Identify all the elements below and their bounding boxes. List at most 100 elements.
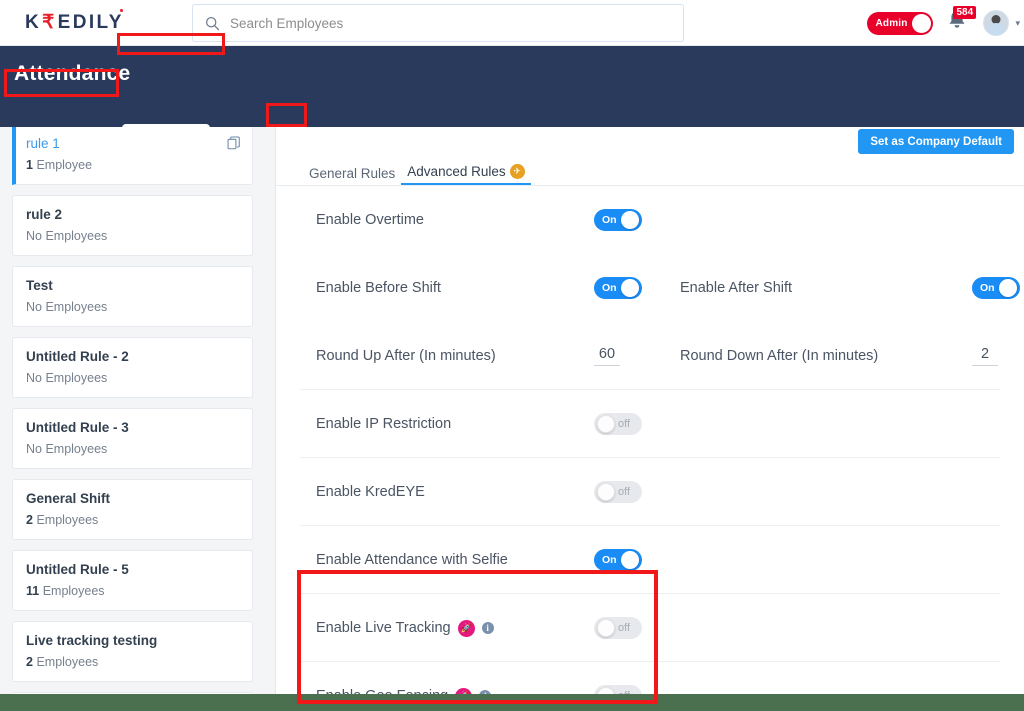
rule-employee-count: No Employees <box>26 300 108 314</box>
notifications-button[interactable]: 584 <box>945 6 977 38</box>
rule-count-unit: Employees <box>42 584 105 598</box>
list-item[interactable]: rule 1 1 Employee <box>12 127 253 185</box>
page-title: Attendance <box>14 62 131 85</box>
rule-name: rule 2 <box>26 207 63 222</box>
enable-kredeye-control: off <box>594 481 680 503</box>
enable-ip-restriction-control: off <box>594 413 680 435</box>
search-bar[interactable] <box>192 4 684 42</box>
enable-ip-restriction-toggle[interactable]: off <box>594 413 642 435</box>
header-right-cluster: Admin 584 ▾ <box>867 0 1020 46</box>
rule-employee-count: No Employees <box>26 371 108 385</box>
round-down-control <box>972 346 1000 366</box>
list-item[interactable]: Live tracking testing 2 Employees <box>12 621 253 682</box>
enable-before-shift-control: On <box>594 277 680 299</box>
logo-text-part2: EDILY <box>57 8 124 33</box>
list-item[interactable]: Untitled Rule - 2 No Employees <box>12 337 253 398</box>
row-enable-overtime: Enable Overtime On <box>276 186 1024 254</box>
rule-count-unit: Employee <box>36 158 93 172</box>
toggle-knob <box>597 415 615 433</box>
rule-name: Test <box>26 278 53 293</box>
enable-after-shift-label: Enable After Shift <box>680 280 793 296</box>
tab-advanced-rules-label: Advanced Rules <box>407 164 506 179</box>
list-item[interactable]: Untitled Rule - 5 11 Employees <box>12 550 253 611</box>
enable-selfie-control: On <box>594 549 680 571</box>
enable-selfie-label: Enable Attendance with Selfie <box>316 552 508 568</box>
admin-toggle-label: Admin <box>875 17 908 29</box>
rule-name: Live tracking testing <box>26 633 158 648</box>
enable-live-tracking-control: off <box>594 617 680 639</box>
row-kredeye: Enable KredEYE off <box>276 457 1024 526</box>
chevron-down-icon[interactable]: ▾ <box>1015 18 1020 29</box>
enable-overtime-toggle-label: On <box>602 214 617 226</box>
advanced-rules-panel: Set as Company Default General Rules Adv… <box>276 127 1024 711</box>
top-header-bar: K₹EDILY Admin 584 <box>0 0 1024 46</box>
enable-before-shift-toggle-label: On <box>602 282 617 294</box>
rule-employee-count: 2 Employees <box>26 654 240 671</box>
info-icon[interactable]: i <box>481 622 494 634</box>
list-item[interactable]: Untitled Rule - 3 No Employees <box>12 408 253 469</box>
enable-live-tracking-toggle-label: off <box>618 622 631 634</box>
enable-overtime-toggle[interactable]: On <box>594 209 642 231</box>
enable-selfie-toggle-label: On <box>602 554 617 566</box>
round-down-label: Round Down After (In minutes) <box>680 348 879 364</box>
rule-count-number: 11 <box>26 584 40 598</box>
kredily-logo[interactable]: K ₹ EDILY <box>25 8 124 34</box>
settings-rows: Enable Overtime On Enable Before Shift O… <box>276 186 1024 711</box>
list-item[interactable]: rule 2 No Employees <box>12 195 253 256</box>
toggle-knob <box>597 619 615 637</box>
rules-sub-tabs: General Rules Advanced Rules ✈ <box>276 161 1024 185</box>
tab-advanced-rules[interactable]: Advanced Rules ✈ <box>401 164 531 185</box>
search-input[interactable] <box>230 15 683 31</box>
logo-text-part1: K <box>25 11 42 33</box>
search-icon <box>205 16 220 31</box>
rule-count-number: 2 <box>26 513 33 527</box>
rule-employee-count: No Employees <box>26 229 108 243</box>
enable-after-shift-control: On <box>972 277 1020 299</box>
enable-kredeye-toggle[interactable]: off <box>594 481 642 503</box>
list-item[interactable]: General Shift 2 Employees <box>12 479 253 540</box>
rule-name: Untitled Rule - 5 <box>26 562 129 577</box>
enable-before-shift-label: Enable Before Shift <box>316 280 441 296</box>
enable-kredeye-label: Enable KredEYE <box>316 484 425 500</box>
enable-kredeye-toggle-label: off <box>618 486 631 498</box>
round-up-input[interactable] <box>594 346 620 366</box>
rule-name: Untitled Rule - 2 <box>26 349 129 364</box>
rule-employee-count: 11 Employees <box>26 583 240 600</box>
avatar-body <box>986 23 1007 35</box>
rules-sidebar[interactable]: rule 1 1 Employee rule 2 No Employees Te… <box>0 127 276 711</box>
enable-after-shift-toggle[interactable]: On <box>972 277 1020 299</box>
set-as-company-default-button[interactable]: Set as Company Default <box>858 129 1014 154</box>
rule-count-unit: Employees <box>36 655 99 669</box>
rule-name: rule 1 <box>26 136 60 151</box>
toggle-knob <box>621 551 639 569</box>
toggle-knob <box>621 279 639 297</box>
notification-badge: 584 <box>953 6 977 19</box>
row-live-tracking: Enable Live Tracking 🚀 i off <box>276 593 1024 662</box>
enable-after-shift-toggle-label: On <box>980 282 995 294</box>
rule-count-number: 1 <box>26 158 33 172</box>
toggle-knob <box>621 211 639 229</box>
enable-selfie-toggle[interactable]: On <box>594 549 642 571</box>
round-down-input[interactable] <box>972 346 998 366</box>
rule-name: Untitled Rule - 3 <box>26 420 129 435</box>
toggle-knob <box>597 483 615 501</box>
enable-before-shift-toggle[interactable]: On <box>594 277 642 299</box>
plane-icon: ✈ <box>509 164 525 179</box>
row-rounding: Round Up After (In minutes) Round Down A… <box>276 322 1024 390</box>
admin-toggle-knob <box>912 13 932 33</box>
admin-toggle[interactable]: Admin <box>867 11 934 35</box>
tab-general-rules-label: General Rules <box>309 166 396 181</box>
enable-live-tracking-toggle[interactable]: off <box>594 617 642 639</box>
tab-general-rules[interactable]: General Rules <box>303 166 401 185</box>
enable-live-tracking-label-wrap: Enable Live Tracking 🚀 i <box>316 619 594 637</box>
rule-name: General Shift <box>26 491 111 506</box>
rule-employee-count: 2 Employees <box>26 512 240 529</box>
row-shift-toggles: Enable Before Shift On Enable After Shif… <box>276 254 1024 322</box>
rule-employee-count: 1 Employee <box>26 157 240 174</box>
avatar[interactable] <box>983 10 1010 36</box>
bottom-status-bar <box>0 694 1024 711</box>
list-item[interactable]: Test No Employees <box>12 266 253 327</box>
copy-icon[interactable] <box>227 136 241 155</box>
rocket-icon: 🚀 <box>457 619 475 637</box>
enable-ip-restriction-toggle-label: off <box>618 418 631 430</box>
